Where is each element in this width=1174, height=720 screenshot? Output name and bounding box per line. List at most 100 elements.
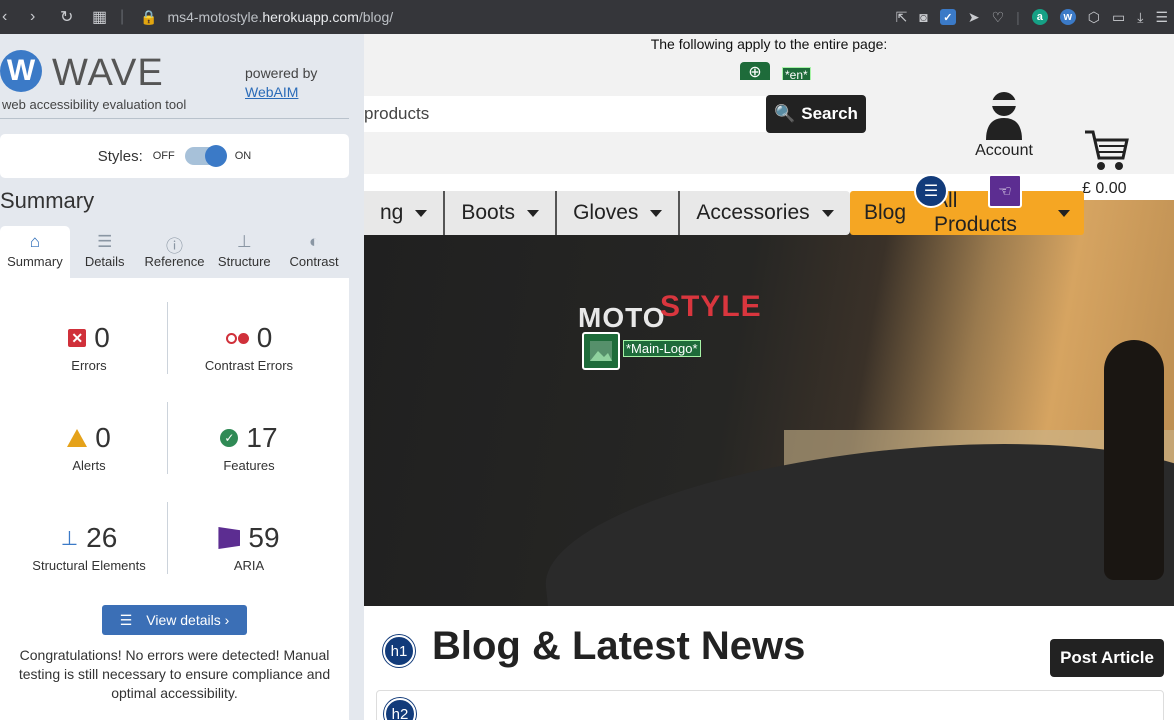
tab-grid-icon[interactable]: ▦ [92, 0, 107, 34]
tab-details-label: Details [84, 254, 125, 269]
list-icon: ☰ [97, 232, 113, 251]
logo-style: STYLE [660, 290, 762, 323]
tab-structure[interactable]: ⊥ Structure [209, 226, 279, 278]
stat-aria[interactable]: 59 ARIA [169, 522, 329, 573]
address-bar[interactable]: 🔒 ms4-motostyle. herokuapp.com/blog/ [140, 0, 393, 34]
caret-down-icon [1058, 209, 1070, 217]
caret-down-icon [821, 209, 834, 217]
nav-item-blog[interactable]: Blog [850, 201, 920, 225]
view-details-button[interactable]: ☰ View details › [102, 605, 247, 635]
tab-reference-label: Reference [144, 254, 205, 269]
account-label: Account [975, 142, 1033, 159]
tab-contrast[interactable]: ◐ Contrast [279, 226, 349, 278]
hero-rider [1104, 340, 1164, 580]
contrast-icon: ◐ [308, 232, 320, 251]
cube-icon[interactable]: ⬡ [1088, 9, 1100, 26]
post-article-button[interactable]: Post Article [1050, 639, 1164, 677]
page-title: Blog & Latest News [432, 624, 806, 668]
search-icon: 🔍 [774, 104, 796, 123]
nav-item-label: Boots [461, 201, 516, 224]
stat-contrast-errors[interactable]: 0 Contrast Errors [169, 322, 329, 373]
tab-details[interactable]: ☰ Details [70, 226, 140, 278]
reload-icon[interactable]: ↻ [60, 0, 73, 34]
back-icon[interactable]: ‹ [2, 0, 7, 34]
structural-count: 26 [86, 522, 118, 553]
feature-icon: ✓ [220, 429, 239, 447]
styles-on-label: ON [234, 150, 252, 162]
share-icon[interactable]: ⇱ [896, 9, 908, 26]
image-marker-icon[interactable] [582, 332, 620, 370]
download-icon[interactable]: ⤓ [1137, 9, 1143, 26]
cast-icon[interactable]: ▭ [1112, 9, 1125, 26]
extension-a-icon[interactable]: a [1031, 9, 1048, 25]
styles-toggle[interactable] [184, 145, 227, 167]
search-button[interactable]: 🔍 Search [766, 95, 866, 133]
website-viewport: The following apply to the entire page: … [364, 34, 1174, 720]
structural-label: Structural Elements [32, 558, 146, 573]
caret-down-icon [527, 209, 540, 217]
cart-icon [1085, 130, 1129, 170]
nav-item-label: Gloves [573, 201, 639, 224]
search-input[interactable]: products [364, 96, 766, 132]
search-placeholder: products [364, 104, 430, 123]
separator: | [1016, 9, 1020, 25]
contrast-errors-label: Contrast Errors [204, 358, 294, 373]
nav-item-accessories[interactable]: Accessories [680, 191, 849, 235]
errors-count: 0 [94, 322, 110, 353]
wave-header: W WAVE web accessibility evaluation tool… [0, 34, 349, 119]
webaim-link[interactable]: WebAIM [245, 84, 298, 100]
wave-logo-text: WAVE [52, 52, 164, 94]
stat-structural[interactable]: ⊥ 26 Structural Elements [9, 522, 169, 573]
menu-icon[interactable]: ☰ [1155, 9, 1168, 26]
powered-by-text: powered by [245, 65, 318, 81]
tab-reference[interactable]: ⓘ Reference [140, 226, 210, 278]
wave-aria-marker-icon[interactable]: ☜ [988, 174, 1022, 208]
hero-image [364, 200, 1174, 606]
hierarchy-icon: ⊥ [236, 232, 252, 251]
summary-panel: ✕ 0 Errors 0 Contrast Errors 0 Alerts ✓ 17… [0, 278, 349, 720]
camera-icon[interactable]: ◙ [919, 9, 927, 25]
shield-icon[interactable]: ✓ [939, 9, 956, 25]
cart-link[interactable] [1080, 128, 1132, 172]
send-icon[interactable]: ➤ [968, 9, 980, 26]
account-link[interactable]: Account [962, 90, 1046, 160]
toggle-knob [204, 145, 227, 167]
blog-nav: Blog All Products [850, 189, 1084, 236]
search-button-label: Search [801, 104, 858, 123]
nav-blog-label: Blog [864, 201, 907, 224]
url-domain: herokuapp.com [262, 9, 359, 25]
page-level-notice: The following apply to the entire page: … [364, 34, 1174, 84]
h1-marker-icon[interactable]: h1 [383, 635, 415, 667]
contrast-error-icon [225, 332, 249, 344]
nav-item-boots[interactable]: Boots [445, 191, 558, 235]
heart-icon[interactable]: ♡ [992, 9, 1005, 26]
stat-alerts[interactable]: 0 Alerts [9, 422, 169, 473]
account-icon [986, 92, 1022, 140]
stat-features[interactable]: ✓ 17 Features [169, 422, 329, 473]
nav-item-gloves[interactable]: Gloves [557, 191, 681, 235]
error-icon: ✕ [68, 329, 87, 347]
alerts-count: 0 [95, 422, 111, 453]
extensions-bar: ⇱ ◙ ✓ ➤ ♡ | a w ⬡ ▭ ⤓ ☰ [896, 0, 1168, 34]
url-prefix: ms4-motostyle. [167, 9, 263, 25]
wave-list-marker-icon[interactable]: ☰ [914, 174, 948, 208]
tab-summary[interactable]: ⌂ Summary [0, 226, 70, 278]
errors-label: Errors [71, 358, 107, 373]
forward-icon[interactable]: › [30, 0, 35, 34]
alert-icon [67, 429, 88, 447]
wave-tabs: ⌂ Summary ☰ Details ⓘ Reference ⊥ Struct… [0, 226, 349, 278]
contrast-errors-count: 0 [256, 322, 273, 353]
styles-off-label: OFF [152, 150, 175, 162]
caret-down-icon [415, 209, 428, 217]
applies-text: The following apply to the entire page: [650, 36, 888, 52]
tab-summary-label: Summary [7, 254, 63, 269]
wave-extension-icon[interactable]: w [1059, 9, 1076, 25]
stat-errors[interactable]: ✕ 0 Errors [9, 322, 169, 373]
powered-by: powered by WebAIM [245, 64, 317, 102]
alt-text-tag[interactable]: *Main-Logo* [623, 340, 701, 357]
aria-icon [218, 527, 241, 549]
features-count: 17 [246, 422, 278, 453]
main-nav: ng Boots Gloves Accessories [364, 191, 850, 235]
nav-item-clothing[interactable]: ng [364, 191, 446, 235]
info-icon: ⓘ [165, 237, 183, 256]
